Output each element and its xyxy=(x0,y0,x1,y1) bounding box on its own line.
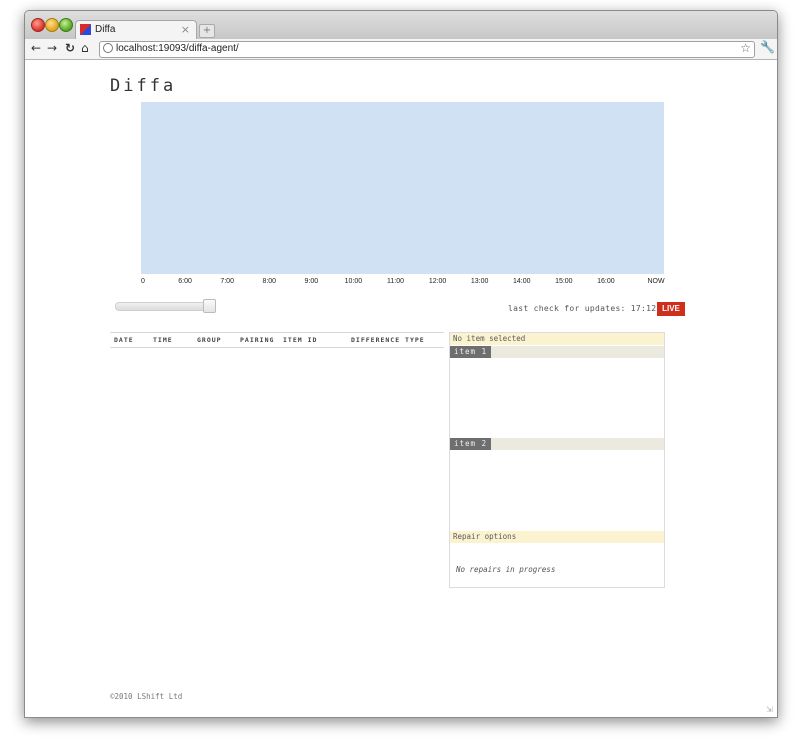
column-header-date[interactable]: DATE xyxy=(114,336,134,344)
live-button[interactable]: LIVE xyxy=(657,302,685,316)
title-bar: Diffa × + xyxy=(25,11,777,41)
footer-copyright: ©2010 LShift Ltd xyxy=(110,692,183,701)
time-axis-tick: NOW xyxy=(647,278,665,285)
time-axis-tick: 8:00 xyxy=(262,278,277,285)
home-icon[interactable]: ⌂ xyxy=(81,41,89,55)
column-header-group[interactable]: GROUP xyxy=(197,336,222,344)
time-axis-tick: 12:00 xyxy=(428,278,447,285)
favicon-icon xyxy=(80,24,91,35)
reload-icon[interactable]: ↻ xyxy=(65,41,75,55)
zoom-window-button[interactable] xyxy=(59,18,73,32)
time-axis-tick: 6:00 xyxy=(178,278,192,285)
repair-status-text: No repairs in progress xyxy=(456,565,556,574)
column-header-item-id[interactable]: ITEM ID xyxy=(283,336,317,344)
wrench-icon[interactable]: 🔧 xyxy=(760,40,775,54)
column-header-pairing[interactable]: PAIRING xyxy=(240,336,274,344)
differences-table-header: DATE TIME GROUP PAIRING ITEM ID DIFFEREN… xyxy=(110,332,444,348)
last-check-status: last check for updates: 17:12:39s xyxy=(508,304,677,313)
time-axis-tick: 10:00 xyxy=(344,278,363,285)
column-header-difference-type[interactable]: DIFFERENCE TYPE xyxy=(351,336,425,344)
heatmap-area[interactable] xyxy=(141,102,664,274)
time-axis-tick: 16:00 xyxy=(597,278,615,285)
item-detail-panel: No item selected item 1 item 2 Repair op… xyxy=(449,332,665,588)
close-window-button[interactable] xyxy=(31,18,45,32)
zoom-slider-track[interactable] xyxy=(115,302,215,311)
time-axis-tick: 0 xyxy=(141,278,145,285)
time-axis: 0 6:00 7:00 8:00 9:00 10:00 11:00 12:00 13:00 14:… xyxy=(141,278,665,290)
star-icon[interactable]: ☆ xyxy=(740,41,751,55)
browser-tab[interactable]: Diffa × xyxy=(75,20,197,41)
address-bar[interactable]: localhost:19093/diffa-agent/ ☆ xyxy=(99,41,755,58)
minimize-window-button[interactable] xyxy=(45,18,59,32)
time-axis-tick: 7:00 xyxy=(220,278,234,285)
detail-header: No item selected xyxy=(450,333,664,345)
column-header-time[interactable]: TIME xyxy=(153,336,173,344)
back-arrow-icon[interactable]: ← xyxy=(31,41,41,55)
url-text: localhost:19093/diffa-agent/ xyxy=(116,43,239,54)
time-axis-tick: 9:00 xyxy=(304,278,319,285)
forward-arrow-icon[interactable]: → xyxy=(47,41,57,55)
tab-close-icon[interactable]: × xyxy=(181,23,190,36)
item1-bar: item 1 xyxy=(450,346,664,358)
new-tab-button[interactable]: + xyxy=(199,24,215,38)
item2-label: item 2 xyxy=(450,438,491,450)
tab-title: Diffa xyxy=(95,24,116,35)
resize-grip-icon[interactable]: ⇲ xyxy=(766,705,773,714)
globe-icon xyxy=(103,43,113,53)
item1-label: item 1 xyxy=(450,346,491,358)
zoom-slider-handle[interactable] xyxy=(203,299,216,313)
time-axis-tick: 15:00 xyxy=(555,278,573,285)
page-title: Diffa xyxy=(110,76,177,96)
time-axis-tick: 14:00 xyxy=(512,278,531,285)
item2-bar: item 2 xyxy=(450,438,664,450)
time-axis-tick: 11:00 xyxy=(387,278,404,285)
repair-options-header: Repair options xyxy=(450,531,664,543)
browser-toolbar: ← → ↻ ⌂ localhost:19093/diffa-agent/ ☆ 🔧 xyxy=(25,39,777,60)
time-axis-tick: 13:00 xyxy=(470,278,489,285)
